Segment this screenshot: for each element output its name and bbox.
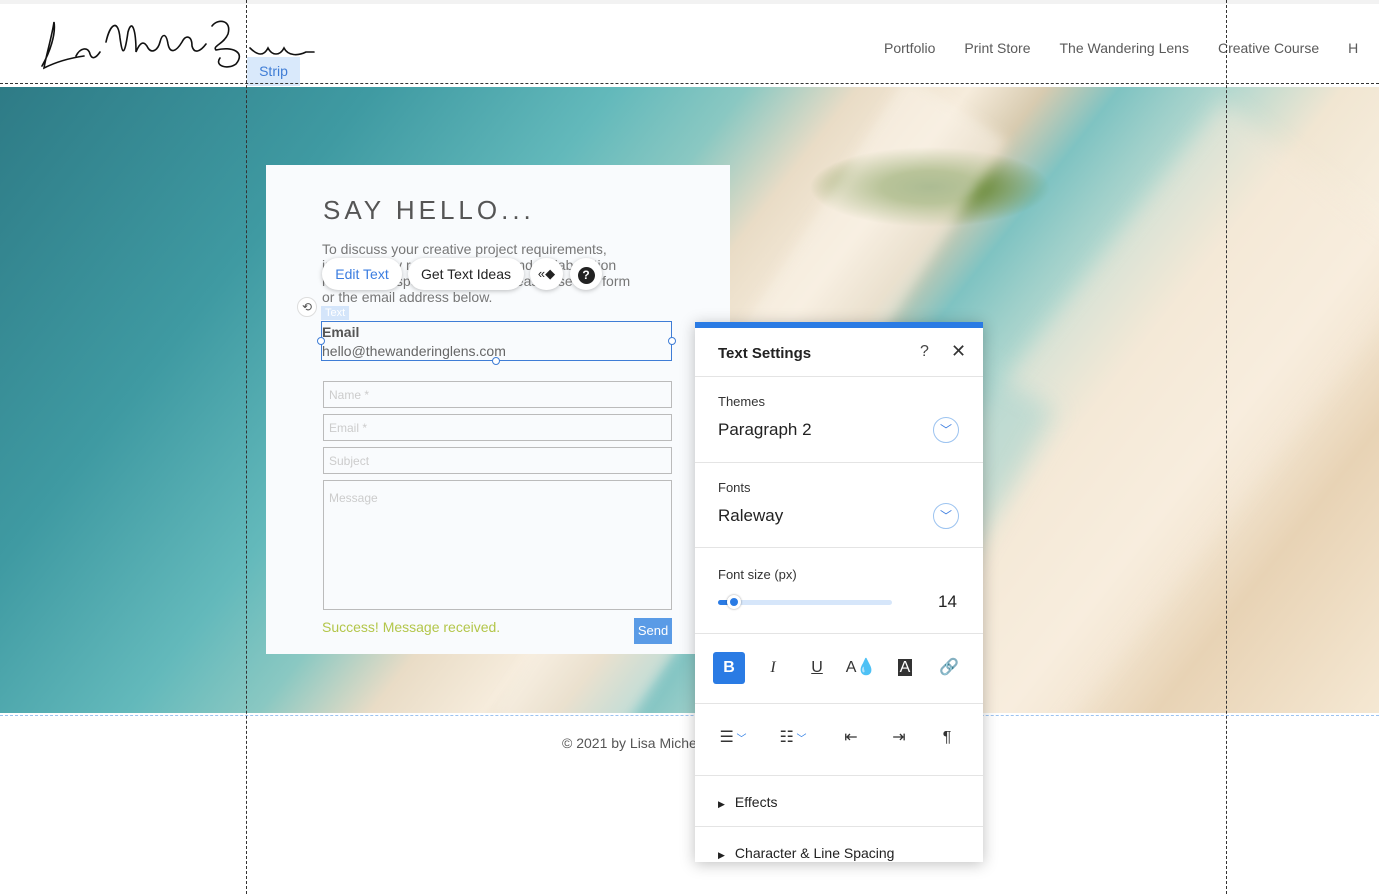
help-icon: ? xyxy=(577,267,595,284)
nav-print-store[interactable]: Print Store xyxy=(964,40,1030,56)
resize-handle-right[interactable] xyxy=(668,337,676,345)
gridline-header-bottom xyxy=(0,83,1379,84)
link-icon[interactable]: 🔗 xyxy=(933,652,965,684)
text-direction-icon[interactable]: ¶ xyxy=(931,722,963,754)
get-text-ideas-button[interactable]: Get Text Ideas xyxy=(408,258,524,290)
selected-text-box[interactable]: Email hello@thewanderinglens.com xyxy=(317,321,676,365)
editor-canvas: Portfolio Print Store The Wandering Lens… xyxy=(0,0,1379,894)
caret-right-icon: ▶ xyxy=(718,799,725,809)
nav-creative-course[interactable]: Creative Course xyxy=(1218,40,1319,56)
font-size-value[interactable]: 14 xyxy=(938,592,957,612)
fonts-label: Fonts xyxy=(718,480,751,495)
spacing-expander[interactable]: ▶ Character & Line Spacing xyxy=(718,845,894,861)
text-settings-panel: Text Settings ? ✕ Themes Paragraph 2 ﹀ F… xyxy=(695,322,983,862)
bullet-list-icon[interactable]: ☷ ﹀ xyxy=(771,722,815,754)
underline-button[interactable]: U xyxy=(801,652,833,684)
panel-title: Text Settings xyxy=(718,345,812,362)
help-button[interactable]: ? xyxy=(570,258,602,290)
email-field[interactable]: Email * xyxy=(323,414,672,441)
align-left-icon[interactable]: ☰ ﹀ xyxy=(713,722,753,754)
alignment-row: ☰ ﹀ ☷ ﹀ ⇤ ⇥ ¶ xyxy=(695,704,983,776)
themes-dropdown-value[interactable]: Paragraph 2 xyxy=(718,420,812,440)
effects-section[interactable]: ▶ Effects xyxy=(695,776,983,827)
caret-right-icon: ▶ xyxy=(718,850,725,860)
increase-indent-icon[interactable]: ⇥ xyxy=(883,722,915,754)
bold-button[interactable]: B xyxy=(713,652,745,684)
nav-more-truncated[interactable]: H xyxy=(1348,40,1358,56)
nav-wandering-lens[interactable]: The Wandering Lens xyxy=(1060,40,1189,56)
close-icon[interactable]: ✕ xyxy=(951,341,966,362)
effects-expander[interactable]: ▶ Effects xyxy=(718,794,777,810)
name-field[interactable]: Name * xyxy=(323,381,672,408)
site-header: Portfolio Print Store The Wandering Lens… xyxy=(0,0,1379,86)
chevron-down-icon[interactable]: ﹀ xyxy=(933,417,959,443)
spacing-section[interactable]: ▶ Character & Line Spacing xyxy=(695,827,983,862)
nav-portfolio[interactable]: Portfolio xyxy=(884,40,935,56)
chevron-down-icon[interactable]: ﹀ xyxy=(933,503,959,529)
main-nav: Portfolio Print Store The Wandering Lens… xyxy=(884,40,1379,56)
gridline-left xyxy=(246,0,247,894)
fonts-dropdown-value[interactable]: Raleway xyxy=(718,506,783,526)
email-address: hello@thewanderinglens.com xyxy=(322,343,506,359)
send-button[interactable]: Send xyxy=(634,618,672,644)
success-message: Success! Message received. xyxy=(322,619,501,635)
highlight-color-icon[interactable]: A xyxy=(889,652,921,684)
subject-field[interactable]: Subject xyxy=(323,447,672,474)
edit-text-button[interactable]: Edit Text xyxy=(322,258,402,290)
contact-title[interactable]: SAY HELLO... xyxy=(323,195,535,226)
themes-label: Themes xyxy=(718,394,765,409)
panel-help-icon[interactable]: ? xyxy=(920,343,929,361)
resize-handle-left[interactable] xyxy=(317,337,325,345)
effects-label: Effects xyxy=(734,794,778,810)
text-element-tag: Text xyxy=(321,306,350,320)
decrease-indent-icon[interactable]: ⇤ xyxy=(835,722,867,754)
text-color-icon[interactable]: A💧 xyxy=(845,652,877,684)
font-size-section: Font size (px) 14 xyxy=(695,548,983,634)
rotate-icon[interactable]: ⟲ xyxy=(297,297,317,317)
footer-copyright[interactable]: © 2021 by Lisa Miche xyxy=(562,735,697,751)
font-size-label: Font size (px) xyxy=(718,567,797,582)
gridline-strip-bottom xyxy=(0,715,1379,716)
font-size-slider[interactable] xyxy=(718,595,892,609)
italic-button[interactable]: I xyxy=(757,652,789,684)
themes-section: Themes Paragraph 2 ﹀ xyxy=(695,377,983,463)
resize-handle-bottom[interactable] xyxy=(492,357,500,365)
message-field[interactable]: Message xyxy=(323,480,672,610)
spacing-label: Character & Line Spacing xyxy=(734,845,895,861)
animation-icon[interactable]: «◆ xyxy=(530,258,563,290)
email-label: Email xyxy=(322,324,360,340)
panel-header: Text Settings ? ✕ xyxy=(695,328,983,377)
contact-card[interactable]: SAY HELLO... To discuss your creative pr… xyxy=(266,165,730,654)
strip-label[interactable]: Strip xyxy=(247,57,300,86)
slider-knob[interactable] xyxy=(726,595,741,609)
gridline-right xyxy=(1226,0,1227,894)
format-row: B I U A💧 A 🔗 xyxy=(695,634,983,704)
fonts-section: Fonts Raleway ﹀ xyxy=(695,463,983,548)
